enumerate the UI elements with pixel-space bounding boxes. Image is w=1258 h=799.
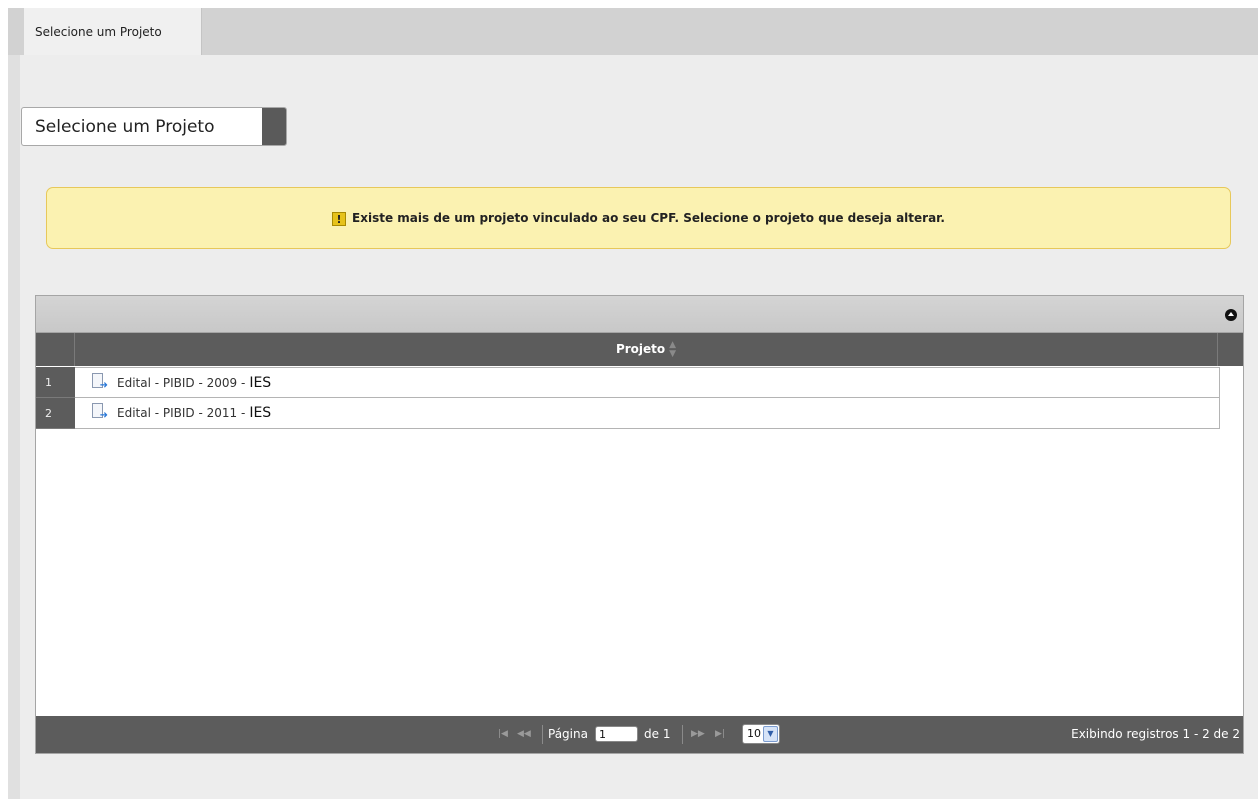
project-name: Edital - PIBID - 2011 - <box>117 406 246 420</box>
grid-pager: |◀ ◀◀ Página de 1 ▶▶ ▶| 10▼ Exibindo reg… <box>36 716 1243 753</box>
project-name: Edital - PIBID - 2009 - <box>117 376 246 390</box>
column-header-label: Projeto <box>615 342 666 356</box>
project-institution: IES <box>249 405 272 421</box>
row-number: 1 <box>36 367 75 398</box>
main-panel: Selecione um Projeto ! Existe mais de um … <box>20 55 1258 799</box>
sort-icon: ▲ ▼ <box>669 339 677 359</box>
projects-grid: Projeto ▲ ▼ 1 ➜ Edital - PIBID - 2009 - IES … <box>35 295 1244 754</box>
alert-message: Existe mais de um projeto vinculado ao s… <box>352 211 945 225</box>
first-page-icon[interactable]: |◀ <box>498 716 508 753</box>
document-arrow-icon: ➜ <box>92 373 108 391</box>
next-page-icon[interactable]: ▶▶ <box>691 716 705 753</box>
grid-caption-bar <box>36 296 1243 333</box>
app-frame: Selecione um Projeto Selecione um Projet… <box>8 8 1258 799</box>
tab-strip: Selecione um Projeto <box>8 8 1258 55</box>
project-cell[interactable]: ➜ Edital - PIBID - 2011 - IES <box>75 398 1220 429</box>
table-row[interactable]: 2 ➜ Edital - PIBID - 2011 - IES <box>36 398 1220 429</box>
warning-icon: ! <box>332 211 347 226</box>
page-label: Página <box>548 727 588 741</box>
column-header-projeto[interactable]: Projeto ▲ ▼ <box>75 333 1218 366</box>
project-cell[interactable]: ➜ Edital - PIBID - 2009 - IES <box>75 367 1220 398</box>
title-decoration <box>262 108 286 145</box>
collapse-grid-icon[interactable] <box>1225 309 1237 321</box>
row-number: 2 <box>36 398 75 429</box>
records-info: Exibindo registros 1 - 2 de 2 <box>1071 727 1240 741</box>
last-page-icon[interactable]: ▶| <box>715 716 725 753</box>
chevron-down-icon: ▼ <box>763 726 778 742</box>
page-title: Selecione um Projeto <box>35 117 215 137</box>
prev-page-icon[interactable]: ◀◀ <box>517 716 531 753</box>
page-total-label: de 1 <box>644 727 671 741</box>
page-size-value: 10 <box>747 727 761 740</box>
header-rownum-cell <box>36 333 75 366</box>
tab-selecione-projeto[interactable]: Selecione um Projeto <box>24 8 202 55</box>
warning-alert: ! Existe mais de um projeto vinculado ao … <box>46 187 1231 249</box>
page-size-select[interactable]: 10 ▼ <box>742 724 780 744</box>
page-number-input[interactable] <box>595 726 638 742</box>
grid-header: Projeto ▲ ▼ <box>36 333 1243 366</box>
page-title-box: Selecione um Projeto <box>21 107 287 146</box>
project-institution: IES <box>249 375 272 391</box>
pager-separator <box>682 725 683 744</box>
pager-separator <box>542 725 543 744</box>
table-row[interactable]: 1 ➜ Edital - PIBID - 2009 - IES <box>36 367 1220 398</box>
document-arrow-icon: ➜ <box>92 403 108 421</box>
